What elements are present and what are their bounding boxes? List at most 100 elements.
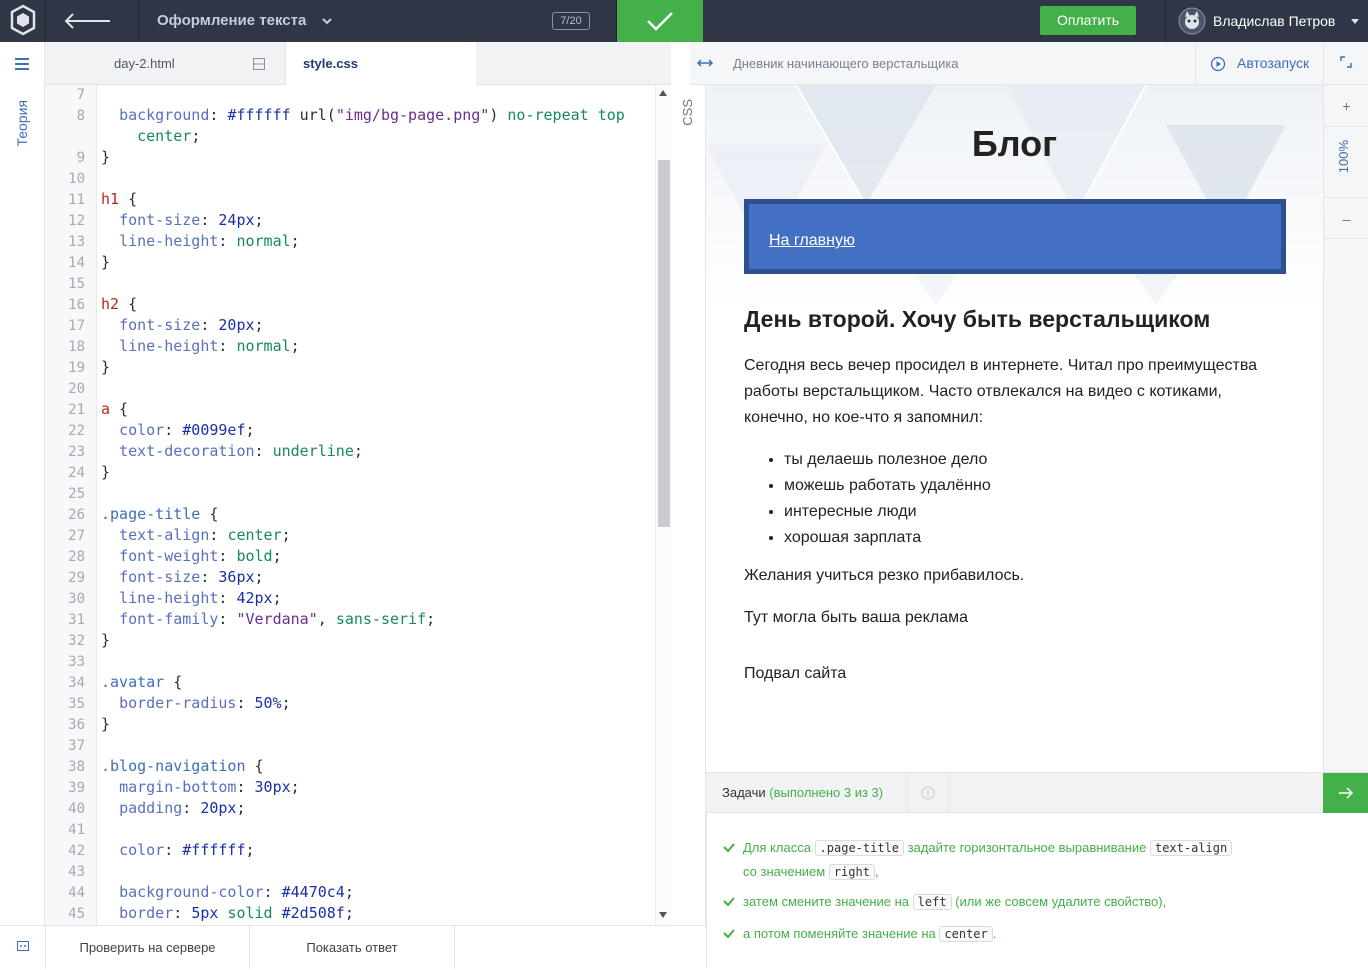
progress-counter: 7/20 [552,12,590,30]
resize-horizontal-icon[interactable] [696,57,714,69]
line-number: 26 [68,507,85,523]
line-number: 37 [68,738,85,754]
zoom-out-button[interactable]: – [1324,197,1368,239]
line-number: 28 [68,549,85,565]
feedback-button[interactable] [0,926,46,969]
check-button[interactable] [617,0,703,42]
avatar [1178,7,1206,35]
check-on-server-button[interactable]: Проверить на сервере [46,926,250,969]
post-text: Сегодня весь вечер просидел в интернете.… [744,357,1258,426]
line-number: 11 [68,192,85,208]
list-item: можешь работать удалённо [784,473,991,499]
checkmark-icon [723,843,735,853]
next-task-button[interactable] [1323,773,1368,814]
line-number: 27 [68,528,85,544]
user-menu[interactable]: Владислав Петров [1165,0,1368,42]
tab-day-2-html[interactable]: day-2.html [97,42,286,85]
tasks-header: Задачи (выполнено 3 из 3) [706,772,1368,814]
task-text: а потом поменяйте значение на center. [743,922,1263,946]
line-number: 31 [68,612,85,628]
play-icon [1210,56,1226,72]
code-line: background-color: #4470c4; [119,883,354,901]
line-number: 8 [76,108,85,124]
lesson-selector[interactable]: Оформление текста 7/20 [139,0,617,42]
code-line: h2 { [101,295,138,313]
line-number: 10 [68,171,85,187]
expand-button[interactable] [1323,42,1368,85]
task-text-part: задайте горизонтальное выравнивание [907,840,1147,855]
task-code: right [828,864,875,880]
line-number: 33 [68,654,85,670]
theory-tab[interactable]: Теория [14,100,30,147]
pay-button[interactable]: Оплатить [1040,6,1136,35]
preview-frame: Блог На главную День второй. Хочу быть в… [706,85,1323,772]
task-text-part: Для класса [743,840,811,855]
line-number: 36 [68,717,85,733]
line-number: 30 [68,591,85,607]
tasks-count: (выполнено 3 из 3) [769,785,884,800]
task-text-part: затем смените значение на [743,894,910,909]
checkmark-icon [647,12,673,31]
line-number: 34 [68,675,85,691]
line-number: 17 [68,318,85,334]
page-title: Блог [971,123,1058,164]
tasks-label[interactable]: Задачи (выполнено 3 из 3) [722,785,883,800]
menu-icon[interactable] [15,57,31,71]
autorun-label: Автозапуск [1237,55,1310,71]
user-name: Владислав Петров [1213,13,1336,29]
list-item: интересные люди [784,499,991,525]
line-number: 14 [68,255,85,271]
info-icon[interactable] [921,786,935,800]
paragraph: Желания учиться резко прибавилось. [744,567,1025,584]
autorun-button[interactable]: Автозапуск [1195,42,1323,85]
line-number: 23 [68,444,85,460]
zoom-in-button[interactable]: + [1324,85,1368,127]
preview-title: Дневник начинающего верстальщика [733,56,959,71]
tab-label: style.css [303,56,358,71]
line-number: 18 [68,339,85,355]
code-line: color: #0099ef; [119,421,255,439]
split-icon[interactable] [253,58,265,70]
code-line: line-height: 42px; [119,589,282,607]
line-number: 13 [68,234,85,250]
code-line: } [101,715,111,733]
task-code: .page-title [814,840,905,856]
code-line: font-family: "Verdana", sans-serif; [119,610,436,628]
scroll-down-icon[interactable] [659,912,667,918]
line-number: 25 [68,486,85,502]
line-number: 32 [68,633,85,649]
arrow-right-icon [1338,787,1353,799]
scroll-thumb[interactable] [658,160,670,527]
code-line: font-weight: bold; [119,547,282,565]
code-line: h1 { [101,190,138,208]
line-number: 44 [68,885,85,901]
task-code: center [939,926,993,942]
blog-navigation: На главную [744,199,1286,274]
line-gutter: 7 8 9 10 11 12 13 14 15 16 17 18 19 20 21 22 23 24 25 26 27 2… [45,85,97,925]
line-number: 35 [68,696,85,712]
tasks-divider [948,773,949,814]
task-code: text-align [1149,840,1233,856]
home-link[interactable]: На главную [769,232,855,250]
preview-header: Дневник начинающего верстальщика Автозап… [690,42,1368,85]
tab-style-css[interactable]: style.css [286,42,476,85]
code-line: text-align: center; [119,526,291,544]
logo[interactable] [0,0,46,42]
zoom-level: 100% [1336,140,1351,174]
logo-icon [10,4,36,36]
code-line: } [101,631,111,649]
list-item: хорошая зарплата [784,525,991,551]
left-rail: Теория [0,42,45,926]
scroll-up-icon[interactable] [659,90,667,96]
code-editor[interactable]: background: #ffffff url("img/bg-page.png… [97,85,655,925]
language-label: CSS [680,99,695,126]
back-button[interactable] [46,0,139,42]
code-line: .blog-navigation { [101,757,264,775]
tasks-title: Задачи [722,785,766,800]
line-number: 19 [68,360,85,376]
show-answer-button[interactable]: Показать ответ [250,926,455,969]
line-number: 20 [68,381,85,397]
line-number: 41 [68,822,85,838]
task-text-part: (или же совсем удалите свойство), [955,894,1167,909]
editor-scrollbar[interactable] [655,85,671,925]
